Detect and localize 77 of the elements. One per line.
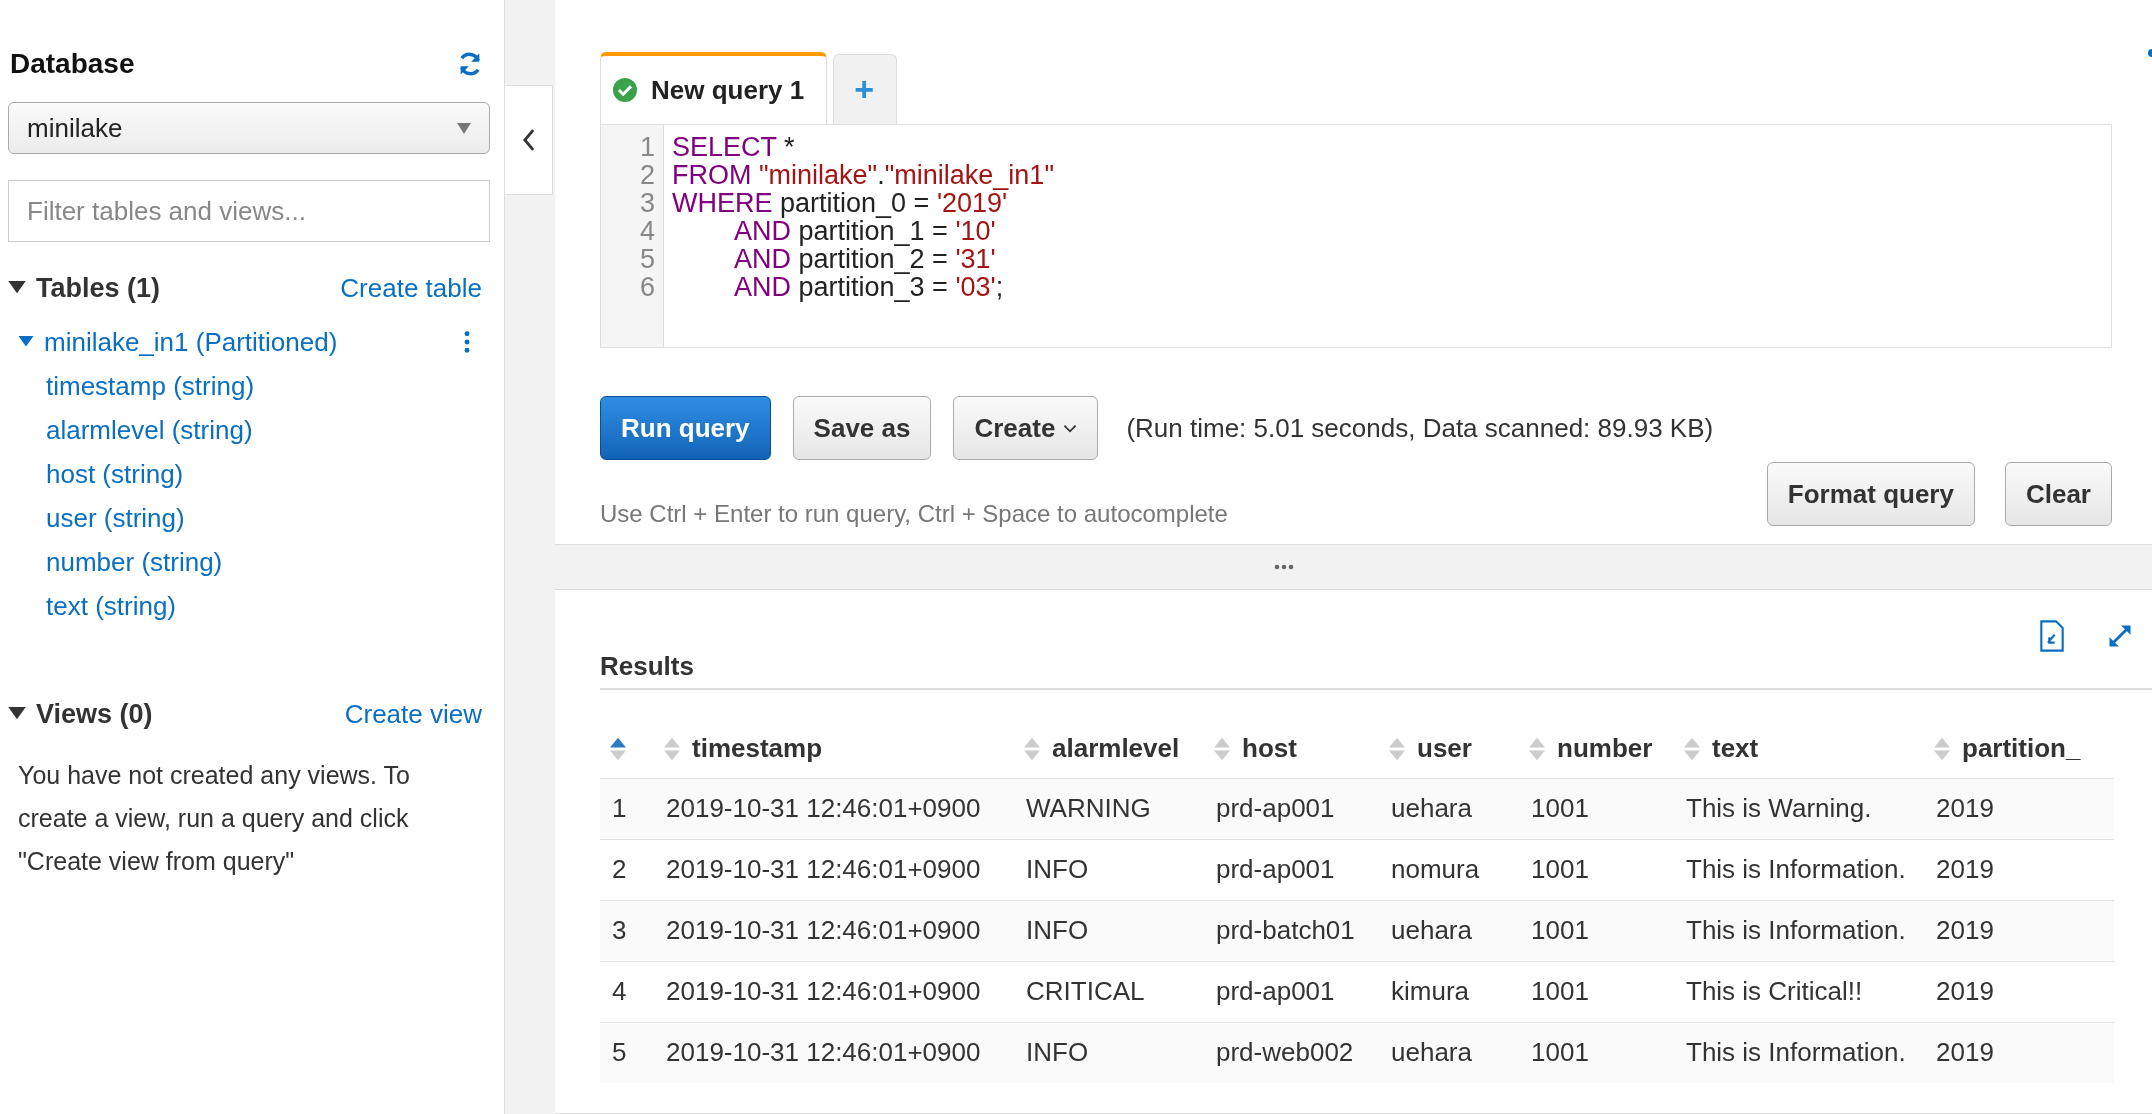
line-number: 6 [638, 273, 656, 301]
sort-icon[interactable] [610, 735, 626, 762]
code-line: AND partition_1 = '10' [733, 217, 997, 245]
table-cell: prd-batch01 [1204, 900, 1379, 961]
code-line: SELECT * [672, 133, 796, 161]
table-cell: 2019 [1924, 1022, 2114, 1083]
table-item[interactable]: minilake_in1 (Partitioned) [44, 326, 338, 358]
code-line: WHERE partition_0 = '2019' [672, 189, 1008, 217]
line-number: 3 [638, 189, 656, 217]
editor-action-button[interactable]: Format query [1766, 462, 1975, 526]
section-title: Views (0) [36, 698, 153, 730]
table-cell: 2019 [1924, 778, 2114, 839]
shortcut-hint: Use Ctrl + Enter to run query, Ctrl + Space to autocomplete [600, 500, 1228, 528]
column-header[interactable]: number [1557, 733, 1653, 765]
column-header[interactable]: host [1242, 733, 1297, 765]
table-cell: This is Warning. [1674, 778, 1924, 839]
table-cell: 1 [600, 778, 654, 839]
more-options-icon[interactable] [464, 331, 470, 353]
column-item[interactable]: alarmlevel (string) [46, 414, 253, 446]
chevron-down-icon [1063, 423, 1078, 433]
code-line: AND partition_3 = '03'; [733, 273, 1005, 301]
code-line: AND partition_2 = '31' [733, 245, 997, 273]
column-header[interactable]: text [1712, 733, 1759, 765]
column-item[interactable]: text (string) [46, 590, 177, 622]
save-as-button[interactable]: Save as [792, 396, 932, 460]
sql-editor[interactable]: 1 2 3 4 5 6 SELECT * FROM "minilake"."minilake_in1" WHERE partition_0 = '2019' AND partition_1 = '10' AND partition_2 = '31' AND partition_3 = '03'; [600, 124, 2112, 348]
column-header[interactable]: user [1417, 733, 1472, 765]
line-number: 4 [638, 217, 656, 245]
dropdown-arrow-icon [457, 122, 471, 134]
column-item[interactable]: user (string) [46, 502, 185, 534]
table-cell: INFO [1014, 900, 1204, 961]
table-cell: 2019-10-31 12:46:01+0900 [654, 1022, 1014, 1083]
table-cell: uehara [1379, 1022, 1519, 1083]
table-cell: 1001 [1519, 900, 1674, 961]
table-cell: uehara [1379, 900, 1519, 961]
table-cell: uehara [1379, 778, 1519, 839]
section-title: Tables (1) [36, 272, 161, 304]
code-line: FROM "minilake"."minilake_in1" [672, 161, 1054, 189]
chevron-left-icon [521, 128, 536, 152]
create-dropdown-button[interactable]: Create [953, 396, 1099, 460]
caret-icon[interactable] [8, 281, 26, 295]
column-item[interactable]: timestamp (string) [46, 370, 255, 402]
table-cell: 1001 [1519, 778, 1674, 839]
line-number: 1 [638, 133, 656, 161]
table-cell: 2019-10-31 12:46:01+0900 [654, 778, 1014, 839]
sidebar-title: Database [10, 48, 135, 80]
column-header[interactable]: alarmlevel [1052, 733, 1180, 765]
results-title: Results [600, 650, 694, 682]
table-cell: 2019-10-31 12:46:01+0900 [654, 900, 1014, 961]
empty-views-message: You have not created any views. To create a view, run a query and click "Create view from query" [18, 760, 411, 877]
table-cell: This is Information. [1674, 900, 1924, 961]
table-cell: INFO [1014, 1022, 1204, 1083]
editor-action-button[interactable]: Clear [2004, 462, 2112, 526]
drag-handle-icon[interactable] [1273, 564, 1294, 570]
create-view-link[interactable]: Create view [344, 698, 482, 730]
column-header[interactable]: timestamp [692, 733, 823, 765]
database-select[interactable]: minilake [8, 102, 490, 154]
line-number: 5 [638, 245, 656, 273]
table-cell: 2019 [1924, 900, 2114, 961]
table-cell: 5 [600, 1022, 654, 1083]
table-cell: 3 [600, 900, 654, 961]
column-header[interactable]: partition_ [1962, 733, 2081, 765]
column-item[interactable]: number (string) [46, 546, 223, 578]
table-cell: prd-web002 [1204, 1022, 1379, 1083]
column-item[interactable]: host (string) [46, 458, 184, 490]
line-number: 2 [638, 161, 656, 189]
query-tab[interactable]: New query 1 [600, 52, 828, 124]
run-status: (Run time: 5.01 seconds, Data scanned: 89.93 KB) [1126, 412, 1714, 444]
file-download-icon[interactable] [2038, 620, 2066, 652]
table-cell: This is Information. [1674, 1022, 1924, 1083]
table-cell: 1001 [1519, 1022, 1674, 1083]
filter-field[interactable]: Filter tables and views... [8, 180, 490, 242]
table-cell: WARNING [1014, 778, 1204, 839]
table-cell: prd-ap001 [1204, 778, 1379, 839]
caret-icon[interactable] [8, 707, 26, 721]
create-table-link[interactable]: Create table [340, 272, 482, 304]
run-query-button[interactable]: Run query [600, 396, 771, 460]
